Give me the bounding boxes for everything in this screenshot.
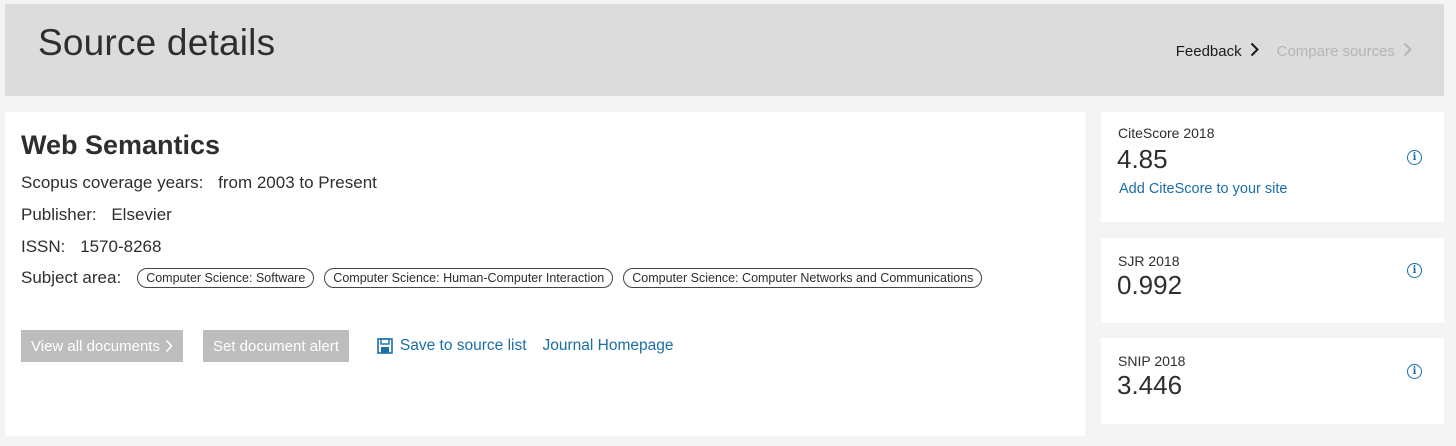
- save-icon: [377, 338, 400, 354]
- citescore-value: 4.85: [1117, 144, 1168, 174]
- save-to-source-list-link[interactable]: Save to source list: [377, 337, 527, 355]
- citescore-label: CiteScore 2018: [1118, 125, 1215, 141]
- compare-sources-label: Compare sources: [1276, 43, 1395, 60]
- subject-area-label: Subject area:: [21, 268, 122, 287]
- citescore-card: CiteScore 2018 4.85 Add CiteScore to you…: [1101, 112, 1444, 222]
- issn-row: ISSN: 1570-8268: [21, 237, 161, 257]
- page-header: Source details Feedback Compare sources: [5, 4, 1444, 96]
- chevron-right-icon: [1250, 42, 1259, 61]
- snip-card: SNIP 2018 3.446 i: [1101, 338, 1444, 424]
- chevron-right-icon: [1403, 42, 1412, 61]
- journal-homepage-link[interactable]: Journal Homepage: [543, 337, 674, 355]
- publisher-label: Publisher:: [21, 205, 97, 224]
- header-links: Feedback Compare sources: [1176, 42, 1412, 61]
- set-document-alert-button[interactable]: Set document alert: [202, 330, 349, 362]
- chevron-right-icon: [165, 339, 173, 353]
- subject-chip[interactable]: Computer Science: Software: [137, 268, 315, 288]
- coverage-row: Scopus coverage years: from 2003 to Pres…: [21, 173, 377, 193]
- snip-value: 3.446: [1117, 370, 1183, 400]
- subject-area-row: Subject area: Computer Science: Software…: [21, 268, 992, 288]
- view-all-documents-button[interactable]: View all documents: [21, 330, 183, 362]
- coverage-label: Scopus coverage years:: [21, 173, 204, 192]
- sjr-value: 0.992: [1117, 270, 1183, 300]
- compare-sources-link[interactable]: Compare sources: [1277, 42, 1412, 61]
- feedback-link[interactable]: Feedback: [1176, 42, 1259, 61]
- actions-bar: View all documents Set document alert Sa…: [21, 330, 674, 362]
- save-to-source-list-label: Save to source list: [399, 337, 527, 354]
- sjr-label: SJR 2018: [1118, 253, 1180, 269]
- info-icon[interactable]: i: [1407, 150, 1422, 165]
- page-title: Source details: [38, 22, 276, 63]
- subject-chip[interactable]: Computer Science: Computer Networks and …: [623, 268, 983, 288]
- snip-label: SNIP 2018: [1118, 353, 1186, 369]
- info-icon[interactable]: i: [1407, 263, 1422, 278]
- info-icon[interactable]: i: [1407, 364, 1422, 379]
- subject-chip[interactable]: Computer Science: Human-Computer Interac…: [324, 268, 614, 288]
- coverage-value: from 2003 to Present: [218, 173, 377, 192]
- publisher-row: Publisher: Elsevier: [21, 205, 172, 225]
- issn-value: 1570-8268: [80, 237, 162, 256]
- sjr-card: SJR 2018 0.992 i: [1101, 238, 1444, 323]
- journal-title: Web Semantics: [21, 130, 221, 160]
- view-all-documents-label: View all documents: [31, 337, 160, 355]
- add-citescore-link[interactable]: Add CiteScore to your site: [1119, 181, 1287, 197]
- source-details-card: Web Semantics Scopus coverage years: fro…: [5, 112, 1085, 436]
- publisher-value: Elsevier: [111, 205, 172, 224]
- feedback-label: Feedback: [1175, 43, 1242, 60]
- issn-label: ISSN:: [21, 237, 66, 256]
